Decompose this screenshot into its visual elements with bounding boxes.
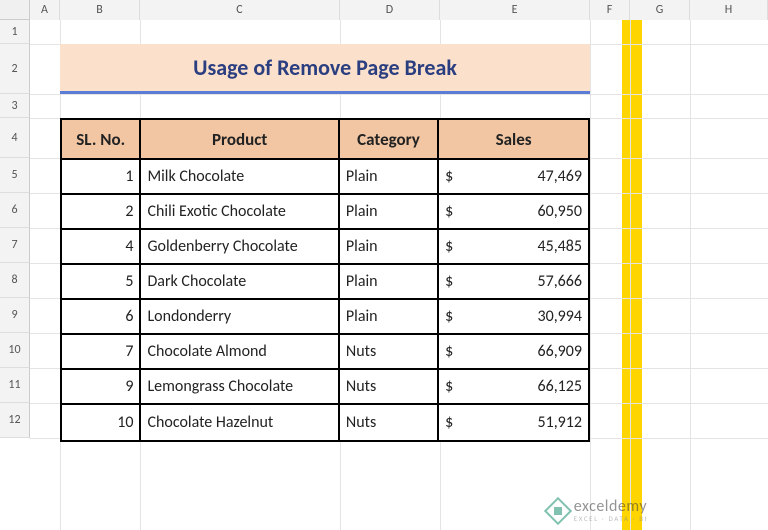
- row-header-2[interactable]: 2: [0, 44, 30, 94]
- cell-sl[interactable]: 4: [62, 230, 141, 265]
- currency-symbol: $: [445, 377, 453, 396]
- currency-symbol: $: [445, 413, 453, 432]
- col-header-C[interactable]: C: [140, 0, 340, 20]
- currency-symbol: $: [445, 272, 453, 291]
- cell-product[interactable]: Chocolate Almond: [141, 335, 339, 370]
- currency-symbol: $: [445, 167, 453, 186]
- page-title: Usage of Remove Page Break: [60, 44, 590, 94]
- sales-value: 51,912: [537, 413, 582, 432]
- cell-sl[interactable]: 9: [62, 370, 141, 405]
- sales-value: 66,909: [537, 342, 582, 361]
- row-header-8[interactable]: 8: [0, 263, 30, 298]
- cell-category[interactable]: Nuts: [340, 370, 439, 405]
- watermark-main: exceldemy: [574, 499, 648, 515]
- sales-value: 47,469: [537, 167, 582, 186]
- cell-sl[interactable]: 6: [62, 300, 141, 335]
- cell-product[interactable]: Chili Exotic Chocolate: [141, 195, 339, 230]
- cell-sl[interactable]: 5: [62, 265, 141, 300]
- cell-product[interactable]: Goldenberry Chocolate: [141, 230, 339, 265]
- watermark-sub: EXCEL · DATA · BI: [574, 515, 648, 522]
- cell-sl[interactable]: 2: [62, 195, 141, 230]
- cell-sl[interactable]: 7: [62, 335, 141, 370]
- cell-category[interactable]: Nuts: [340, 335, 439, 370]
- table-body: 1Milk ChocolatePlain$47,4692Chili Exotic…: [62, 160, 588, 440]
- cell-category[interactable]: Plain: [340, 265, 439, 300]
- cell-category[interactable]: Nuts: [340, 405, 439, 440]
- header-category: Category: [340, 120, 439, 160]
- sales-value: 66,125: [537, 377, 582, 396]
- row-header-6[interactable]: 6: [0, 193, 30, 228]
- table-row: 9Lemongrass ChocolateNuts$66,125: [62, 370, 588, 405]
- currency-symbol: $: [445, 202, 453, 221]
- col-header-E[interactable]: E: [440, 0, 590, 20]
- row-header-4[interactable]: 4: [0, 118, 30, 158]
- exceldemy-logo-icon: [544, 496, 572, 524]
- sales-value: 45,485: [537, 237, 582, 256]
- cell-sales[interactable]: $45,485: [439, 230, 588, 265]
- table-row: 4Goldenberry ChocolatePlain$45,485: [62, 230, 588, 265]
- cell-sales[interactable]: $57,666: [439, 265, 588, 300]
- data-table: SL. No. Product Category Sales 1Milk Cho…: [60, 118, 590, 442]
- row-headers: 1 2 3 4 5 6 7 8 9 10 11 12: [0, 20, 30, 438]
- cell-product[interactable]: Londonderry: [141, 300, 339, 335]
- currency-symbol: $: [445, 237, 453, 256]
- cell-category[interactable]: Plain: [340, 300, 439, 335]
- header-sl: SL. No.: [62, 120, 141, 160]
- currency-symbol: $: [445, 307, 453, 326]
- watermark: exceldemy EXCEL · DATA · BI: [548, 499, 648, 522]
- header-product: Product: [141, 120, 339, 160]
- row-header-1[interactable]: 1: [0, 20, 30, 44]
- spreadsheet: A B C D E F G H 1 2 3 4 5 6 7 8 9 10 11 …: [0, 0, 768, 530]
- cell-category[interactable]: Plain: [340, 230, 439, 265]
- grid-area[interactable]: Usage of Remove Page Break SL. No. Produ…: [30, 20, 768, 530]
- cell-product[interactable]: Lemongrass Chocolate: [141, 370, 339, 405]
- cell-sales[interactable]: $30,994: [439, 300, 588, 335]
- cell-sl[interactable]: 1: [62, 160, 141, 195]
- cell-sales[interactable]: $66,909: [439, 335, 588, 370]
- sales-value: 57,666: [537, 272, 582, 291]
- select-all-corner[interactable]: [0, 0, 30, 19]
- cell-sl[interactable]: 10: [62, 405, 141, 440]
- col-header-A[interactable]: A: [30, 0, 60, 20]
- row-header-12[interactable]: 12: [0, 403, 30, 438]
- sales-value: 60,950: [537, 202, 582, 221]
- col-header-F[interactable]: F: [590, 0, 630, 20]
- column-headers: A B C D E F G H: [0, 0, 768, 20]
- watermark-text: exceldemy EXCEL · DATA · BI: [574, 499, 648, 522]
- table-row: 2Chili Exotic ChocolatePlain$60,950: [62, 195, 588, 230]
- row-header-9[interactable]: 9: [0, 298, 30, 333]
- row-header-11[interactable]: 11: [0, 368, 30, 403]
- col-header-H[interactable]: H: [690, 0, 768, 20]
- row-header-5[interactable]: 5: [0, 158, 30, 193]
- cell-sales[interactable]: $47,469: [439, 160, 588, 195]
- table-row: 7Chocolate AlmondNuts$66,909: [62, 335, 588, 370]
- col-header-B[interactable]: B: [60, 0, 140, 20]
- table-row: 6LondonderryPlain$30,994: [62, 300, 588, 335]
- cell-sales[interactable]: $60,950: [439, 195, 588, 230]
- cell-product[interactable]: Chocolate Hazelnut: [141, 405, 339, 440]
- cell-category[interactable]: Plain: [340, 160, 439, 195]
- cell-product[interactable]: Milk Chocolate: [141, 160, 339, 195]
- row-header-3[interactable]: 3: [0, 94, 30, 118]
- col-header-D[interactable]: D: [340, 0, 440, 20]
- col-header-G[interactable]: G: [630, 0, 690, 20]
- cell-product[interactable]: Dark Chocolate: [141, 265, 339, 300]
- table-row: 1Milk ChocolatePlain$47,469: [62, 160, 588, 195]
- table-row: 5Dark ChocolatePlain$57,666: [62, 265, 588, 300]
- cell-sales[interactable]: $66,125: [439, 370, 588, 405]
- header-sales: Sales: [439, 120, 588, 160]
- table-row: 10Chocolate HazelnutNuts$51,912: [62, 405, 588, 440]
- row-header-7[interactable]: 7: [0, 228, 30, 263]
- table-header-row: SL. No. Product Category Sales: [62, 120, 588, 160]
- currency-symbol: $: [445, 342, 453, 361]
- cell-category[interactable]: Plain: [340, 195, 439, 230]
- cell-sales[interactable]: $51,912: [439, 405, 588, 440]
- row-header-10[interactable]: 10: [0, 333, 30, 368]
- sales-value: 30,994: [537, 307, 582, 326]
